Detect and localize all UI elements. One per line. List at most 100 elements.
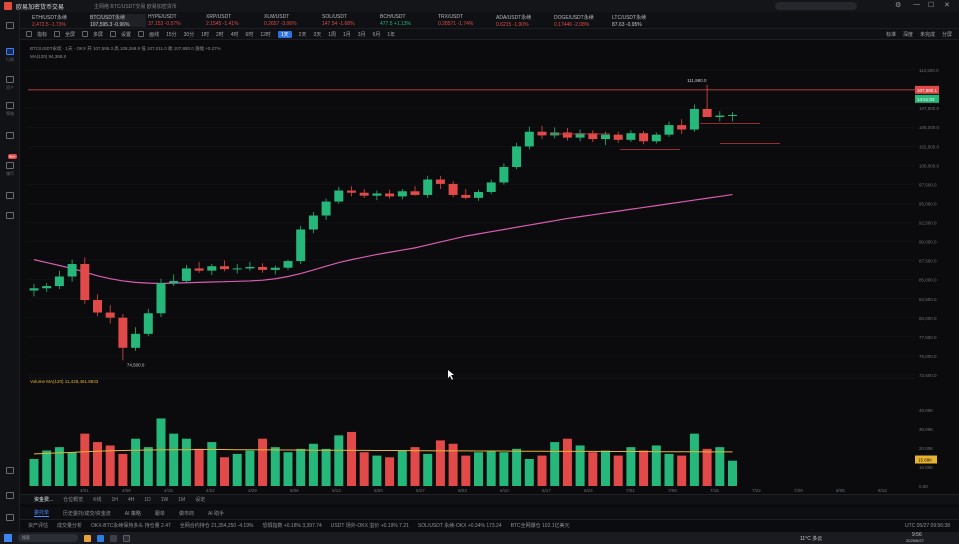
ticker-item[interactable]: LTC/USDT永续 87.63 -0.95% <box>612 14 668 28</box>
app-icon[interactable] <box>110 534 117 542</box>
order-panel-tab[interactable]: AI 策略 <box>125 510 141 517</box>
candle-body <box>359 192 369 196</box>
order-panel-tab[interactable]: 委托单 <box>34 509 50 517</box>
status-item[interactable]: 资产评估 <box>28 522 48 529</box>
toolbar-item[interactable]: 画线 <box>149 31 159 38</box>
chart-bottom-tab[interactable]: K线 <box>93 496 101 503</box>
chart-bottom-tab[interactable]: 仓位概览 <box>63 496 83 503</box>
sidebar-item-strategy[interactable]: 策略 <box>1 111 19 117</box>
gift-icon[interactable] <box>6 162 14 169</box>
status-item[interactable]: USDT 场外-OKX 溢价 +0.19% 7.21 <box>331 522 409 529</box>
order-panel-tab[interactable]: 做市商 <box>179 510 194 517</box>
ticker-item[interactable]: SOL/USDT 147.54 -1.68% <box>322 14 378 27</box>
sidebar-item-market[interactable]: 行情 <box>1 57 19 63</box>
order-panel-tab[interactable]: 历史委托/成交/资金流 <box>63 510 111 517</box>
toolbar-item[interactable]: 设置 <box>121 31 131 38</box>
ticker-item[interactable]: XLM/USDT 0.2657 -3.06% <box>264 14 320 27</box>
chart-bottom-tab[interactable]: 1M <box>178 497 185 503</box>
okx-app-icon[interactable] <box>123 534 130 542</box>
timeframe-tab[interactable]: 3天 <box>313 31 321 38</box>
global-search-input[interactable] <box>775 2 857 10</box>
chart-bottom-tab[interactable]: 4H <box>128 497 134 503</box>
timeframe-tab[interactable]: 1时 <box>201 31 209 38</box>
timeframe-tab[interactable]: 1周 <box>328 31 336 38</box>
toolbar-icon[interactable] <box>26 31 32 37</box>
timeframe-tab[interactable]: 30分 <box>184 31 195 38</box>
bot-icon[interactable] <box>6 102 14 109</box>
timeframe-tab[interactable]: 15分 <box>166 31 177 38</box>
timeframe-tab[interactable]: 1天 <box>277 30 292 38</box>
more-icon[interactable] <box>6 212 14 219</box>
price-chart[interactable]: BTC/USDT永续 · 1天 · OKX 开 107,595.3 高 108,… <box>20 40 959 494</box>
ticker-item[interactable]: BCH/USDT 477.5 +1.13% <box>380 14 436 27</box>
ticker-price: 87.63 -0.95% <box>612 22 642 28</box>
toolbar-icon[interactable] <box>110 31 117 37</box>
taskbar-search-input[interactable]: 搜索 <box>18 534 78 542</box>
help-icon[interactable] <box>6 467 14 474</box>
taskbar-date[interactable]: 2025/5/27 <box>906 538 924 543</box>
grid-icon[interactable] <box>6 192 14 199</box>
settings-icon[interactable]: ⚙ <box>895 1 901 9</box>
chart-bottom-tab[interactable]: 设定 <box>195 496 205 503</box>
minimize-button[interactable]: — <box>913 1 920 8</box>
ticker-item[interactable]: TRX/USDT 0.28571 -1.74% <box>438 14 494 27</box>
ticker-price: 107,595.3 -0.96% <box>90 22 130 28</box>
weather-widget[interactable]: 11°C 多云 <box>800 535 822 542</box>
price-axis-label: 105,000.0 <box>919 125 940 130</box>
chart-icon[interactable] <box>6 48 14 55</box>
toolbar-right-item[interactable]: 标准 <box>886 31 896 38</box>
status-item[interactable]: SOL/USDT 永续-OKX +0.34% 173.24 <box>418 522 502 529</box>
maximize-button[interactable]: ☐ <box>928 1 934 9</box>
exchange-icon[interactable] <box>6 22 14 29</box>
timeframe-tab[interactable]: 4时 <box>231 31 239 38</box>
toolbar-icon[interactable] <box>54 31 61 37</box>
window-tabs[interactable]: 主网络 BTC/USDT交易 欧易加密货币 <box>94 3 177 10</box>
sidebar-item-assets[interactable]: 资产 <box>1 85 19 91</box>
status-item[interactable]: BTC全网爆仓 102.1亿美元 <box>511 522 570 529</box>
status-item[interactable]: 恐惧指数 +0.18% 3,397.74 <box>262 522 321 529</box>
toolbar-right-item[interactable]: 未完成 <box>920 31 935 38</box>
sidebar-item-earn[interactable]: 赚币 <box>1 171 19 177</box>
ticker-item[interactable]: DOGE/USDT永续 0.17446 -2.08% <box>554 14 610 28</box>
toolbar-right-item[interactable]: 深度 <box>903 31 913 38</box>
ticker-item[interactable]: ETH/USDT永续 2,472.5 -1.73% <box>32 14 88 28</box>
settings-gear-icon[interactable] <box>6 514 14 521</box>
windows-start-icon[interactable] <box>4 534 12 542</box>
chart-bottom-tab[interactable]: 1D <box>144 497 150 503</box>
wallet-icon[interactable] <box>6 76 14 83</box>
ticker-item[interactable]: XRP/USDT 2.1545 -1.41% <box>206 14 262 27</box>
timeframe-tab[interactable]: 1月 <box>343 31 351 38</box>
chart-bottom-tab[interactable]: 资金费... <box>34 496 53 503</box>
chart-bottom-tab[interactable]: 1H <box>112 497 118 503</box>
status-item[interactable]: 成交量分析 <box>57 522 82 529</box>
ticker-item[interactable]: BTC/USDT永续 107,595.3 -0.96% <box>90 14 146 28</box>
status-item[interactable]: OKX-BTC永续保持多头 持仓量 2.47 <box>91 522 171 529</box>
earn-icon[interactable] <box>6 132 14 139</box>
toolbar-right-item[interactable]: 分屏 <box>942 31 952 38</box>
close-button[interactable]: ✕ <box>944 1 950 9</box>
timeframe-tab[interactable]: 1年 <box>387 31 395 38</box>
candle-body <box>524 131 534 147</box>
chart-bottom-tab[interactable]: 1W <box>161 497 169 503</box>
toolbar-item[interactable]: 全屏 <box>65 31 75 38</box>
ticker-item[interactable]: ADA/USDT永续 0.6215 -1.90% <box>496 14 552 28</box>
browser-icon[interactable] <box>97 534 104 542</box>
timeframe-tab[interactable]: 6时 <box>246 31 254 38</box>
order-panel-tab[interactable]: AI 助手 <box>208 510 224 517</box>
timeframe-tab[interactable]: 3月 <box>358 31 366 38</box>
timeframe-tab[interactable]: 2天 <box>299 31 307 38</box>
toolbar-icon[interactable] <box>138 31 145 37</box>
timeframe-tab[interactable]: 6月 <box>373 31 381 38</box>
candle-body <box>181 268 191 281</box>
file-explorer-icon[interactable] <box>84 534 91 542</box>
toolbar-icon[interactable] <box>82 31 89 37</box>
timeframe-tab[interactable]: 12时 <box>260 31 271 38</box>
status-item[interactable]: 全网合约持仓 21,354,250 -4.19% <box>180 522 254 529</box>
user-icon[interactable] <box>6 492 14 499</box>
timeframe-tab[interactable]: 2时 <box>216 31 224 38</box>
toolbar-item[interactable]: 多屏 <box>93 31 103 38</box>
toolbar-item[interactable]: 指标 <box>37 31 47 38</box>
ticker-item[interactable]: HYPE/USDT 37.153 -0.57% <box>148 14 204 27</box>
order-panel-tab[interactable]: 跟单 <box>155 510 165 517</box>
candle-body <box>461 194 471 198</box>
